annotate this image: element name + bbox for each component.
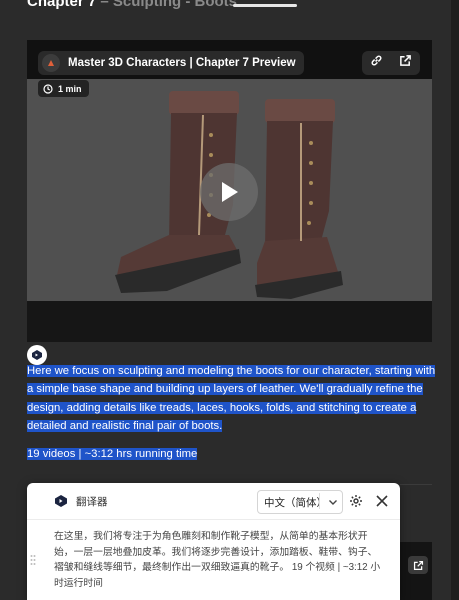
translator-logo-icon [55, 495, 67, 507]
chapter-label: Chapter 7 [27, 0, 97, 10]
meta-text: 19 videos | ~3:12 hrs running time [27, 448, 198, 460]
external-link-icon[interactable] [399, 54, 412, 72]
language-value: 中文（简体） [264, 496, 327, 509]
translation-text: 在这里，我们将专注于为角色雕刻和制作靴子模型，从简单的基本形状开始，一层一层地叠… [54, 531, 381, 589]
chapter-description: Here we focus on sculpting and modeling … [27, 362, 437, 436]
video-bottom-bar [27, 301, 432, 342]
video-player[interactable]: Master 3D Characters | Chapter 7 Preview… [27, 40, 432, 342]
page: Chapter 7 – Sculpting - Boots Master 3D … [0, 0, 459, 600]
description-text: Here we focus on sculpting and modeling … [27, 365, 436, 433]
gear-icon[interactable] [349, 494, 363, 508]
next-video-external-link[interactable] [408, 556, 428, 574]
external-link-icon [413, 560, 423, 570]
close-icon[interactable] [375, 494, 389, 508]
chevron-down-icon [329, 500, 337, 505]
play-button[interactable] [200, 163, 258, 221]
page-title: Chapter 7 – Sculpting - Boots [27, 0, 237, 10]
top-progress-bar [233, 4, 297, 7]
play-icon [222, 182, 238, 202]
chapter-meta: 19 videos | ~3:12 hrs running time [27, 446, 198, 463]
divider [400, 484, 432, 485]
clock-icon [43, 83, 53, 94]
duration-text: 1 min [58, 83, 82, 94]
chapter-subtitle: – Sculpting - Boots [100, 0, 238, 10]
drag-handle-icon[interactable] [30, 554, 36, 566]
window-edge [451, 0, 459, 600]
video-title-bar[interactable]: Master 3D Characters | Chapter 7 Preview [38, 51, 304, 75]
channel-avatar-icon [42, 54, 60, 72]
translator-popup: 翻译器 中文（简体） 在这里，我们将专注于为角色雕刻和制作靴子模型，从简单的基本… [27, 483, 400, 600]
translator-header: 翻译器 中文（简体） [27, 483, 400, 520]
language-select[interactable]: 中文（简体） [257, 490, 343, 514]
video-title: Master 3D Characters | Chapter 7 Preview [68, 57, 296, 69]
translator-title: 翻译器 [76, 496, 108, 508]
duration-badge: 1 min [38, 80, 89, 97]
video-actions [362, 51, 420, 75]
select-divider [319, 493, 320, 509]
next-video-card [400, 542, 432, 600]
link-icon[interactable] [370, 54, 383, 72]
